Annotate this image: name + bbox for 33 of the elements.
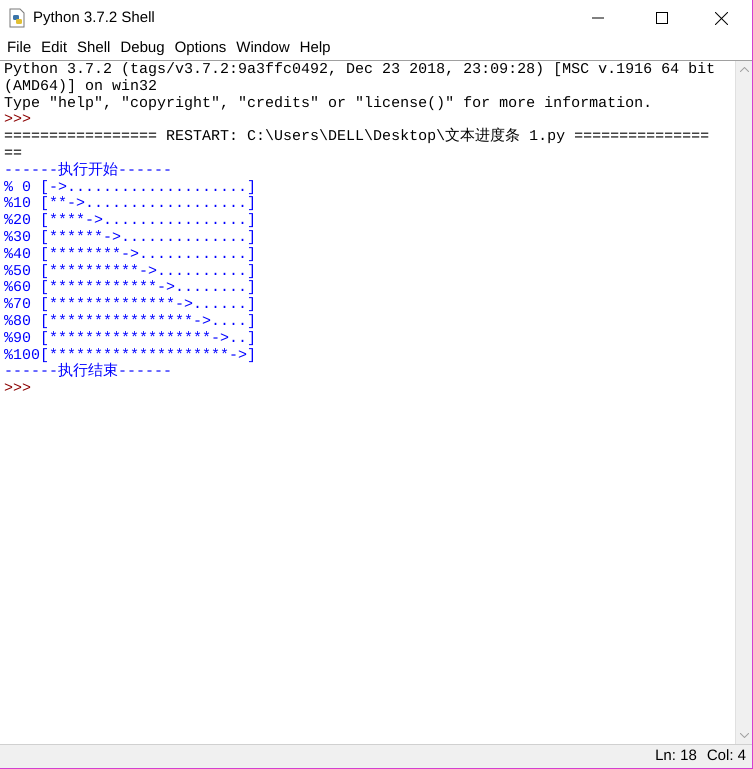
menu-item[interactable]: File: [2, 36, 36, 60]
close-icon[interactable]: [715, 12, 728, 24]
menu-item[interactable]: Debug: [115, 36, 170, 60]
program-output-line: ------执行结束------: [4, 364, 172, 382]
maximize-icon[interactable]: [656, 12, 668, 24]
program-output-line: %80 [****************->....]: [4, 314, 256, 331]
shell-prompt: >>>: [4, 112, 32, 130]
program-output-line: % 0 [->....................]: [4, 180, 256, 196]
shell-output-line: (AMD64)] on win32: [4, 78, 158, 96]
shell-output-line: Python 3.7.2 (tags/v3.7.2:9a3ffc0492, Dec 23 2018, 23:09:28) [MSC v.1916 64 bit: [4, 62, 716, 79]
program-output-line: %50 [**********->..........]: [4, 264, 256, 280]
program-output-line: %60 [************->........]: [4, 280, 256, 297]
shell-output-line: ================= RESTART: C:\Users\DELL\Desktop\文本进度条 1.py ===============: [4, 129, 710, 146]
window-title: Python 3.7.2 Shell: [33, 8, 155, 28]
python-file-icon: [8, 8, 26, 28]
shell-prompt: >>>: [4, 381, 32, 398]
program-output-line: %70 [**************->......]: [4, 297, 256, 314]
program-output-line: %90 [******************->..]: [4, 330, 256, 348]
menu-item[interactable]: Help: [294, 36, 336, 60]
program-output-line: %100[********************->]: [4, 348, 256, 364]
menu-item[interactable]: Shell: [72, 36, 116, 60]
menu-item[interactable]: Options: [170, 36, 232, 60]
program-output-line: %30 [******->..............]: [4, 230, 256, 247]
line-number-status: Ln: 18: [655, 746, 697, 766]
program-output-line: ------执行开始------: [4, 162, 172, 180]
shell-output-line: ==: [4, 146, 22, 163]
program-output-line: %40 [********->............]: [4, 246, 256, 264]
column-number-status: Col: 4: [706, 746, 746, 766]
program-output-line: %10 [**->..................]: [4, 196, 256, 213]
program-output-line: %20 [****->................]: [4, 213, 256, 230]
menu-item[interactable]: Edit: [36, 36, 72, 60]
menu-item[interactable]: Window: [231, 36, 295, 60]
shell-output-line: Type "help", "copyright", "credits" or "license()" for more information.: [4, 96, 652, 112]
